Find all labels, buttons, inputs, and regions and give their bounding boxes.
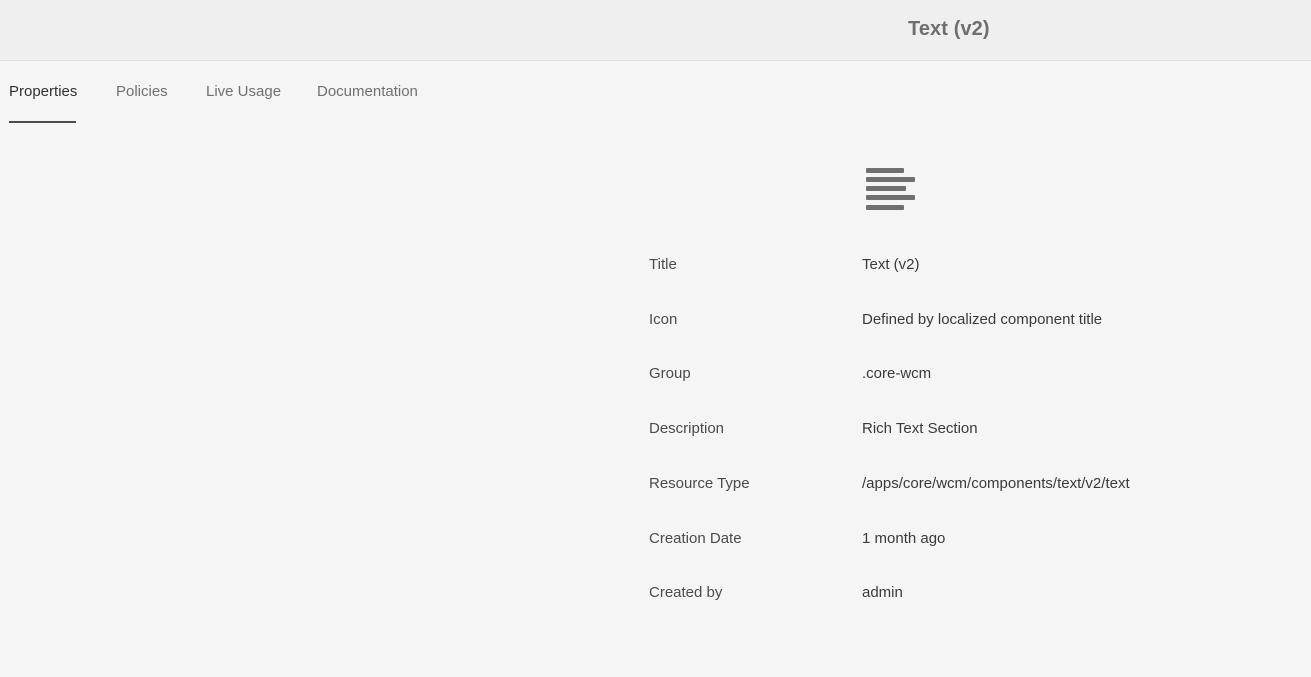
tab-properties-label: Properties — [9, 83, 78, 100]
property-label: Group — [649, 365, 691, 382]
property-value: /apps/core/wcm/components/text/v2/text — [862, 475, 1130, 492]
property-value: Defined by localized component title — [862, 311, 1103, 328]
text-align-left-icon — [866, 167, 916, 215]
tab-properties[interactable]: Properties — [9, 61, 78, 123]
tab-documentation[interactable]: Documentation — [317, 61, 421, 123]
property-value: .core-wcm — [862, 365, 932, 382]
property-value: Rich Text Section — [862, 420, 978, 437]
property-label: Created by — [649, 584, 723, 601]
property-value: 1 month ago — [862, 530, 946, 547]
property-label: Creation Date — [649, 530, 742, 547]
tab-policies-label: Policies — [116, 83, 168, 100]
property-label: Description — [649, 420, 725, 437]
tab-live-usage[interactable]: Live Usage — [206, 61, 282, 123]
property-value: Text (v2) — [862, 256, 920, 273]
property-label: Title — [649, 256, 677, 273]
property-label: Resource Type — [649, 475, 750, 492]
header-bar: Text (v2) — [0, 0, 1311, 61]
active-tab-indicator — [9, 121, 76, 123]
property-label: Icon — [649, 311, 678, 328]
tab-documentation-label: Documentation — [317, 83, 418, 100]
tab-policies[interactable]: Policies — [116, 61, 168, 123]
tab-live-usage-label: Live Usage — [206, 83, 282, 100]
property-value: admin — [862, 584, 903, 601]
page-title: Text (v2) — [908, 18, 990, 40]
